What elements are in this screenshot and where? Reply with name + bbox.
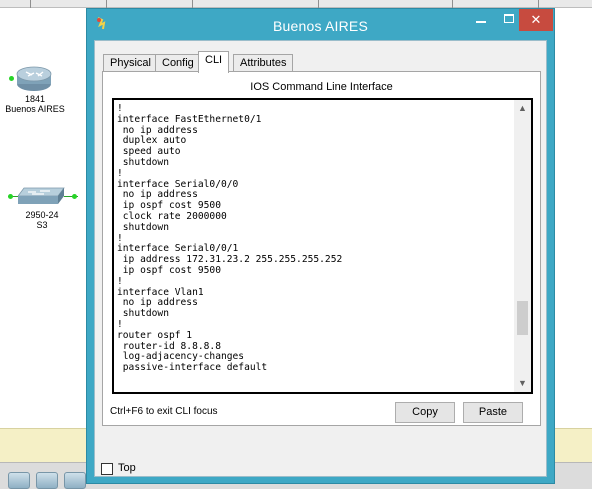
- cli-line: shutdown: [117, 221, 169, 233]
- cli-output[interactable]: ! interface FastEthernet0/1 no ip address…: [117, 103, 509, 374]
- router-icon: [16, 66, 52, 91]
- toolbar-divider: [538, 0, 539, 8]
- toolbar-divider: [106, 0, 107, 8]
- paste-button[interactable]: Paste: [463, 402, 523, 423]
- tab-physical[interactable]: Physical: [103, 54, 158, 72]
- workspace-toolbar: [0, 0, 592, 8]
- router-name: Buenos AIRES: [5, 104, 65, 114]
- toolbar-divider: [192, 0, 193, 8]
- cli-line: passive-interface default: [117, 362, 268, 374]
- router-label: 1841 Buenos AIRES: [0, 94, 70, 114]
- switch-category-icon[interactable]: [36, 472, 58, 489]
- top-checkbox[interactable]: [101, 463, 113, 475]
- toolbar-divider: [318, 0, 319, 8]
- cli-line: !: [117, 167, 123, 179]
- switch-name: S3: [36, 220, 48, 230]
- cli-terminal[interactable]: ! interface FastEthernet0/1 no ip address…: [112, 98, 533, 394]
- terminal-scrollbar[interactable]: ▲ ▼: [514, 100, 531, 392]
- switch-model: 2950-24: [25, 210, 59, 220]
- minimize-icon: [476, 21, 486, 23]
- router-model: 1841: [24, 94, 46, 104]
- link-endpoint: [9, 76, 14, 81]
- switch-icon: [17, 187, 65, 204]
- router-category-icon[interactable]: [8, 472, 30, 489]
- close-button[interactable]: ✕: [519, 9, 553, 31]
- cli-line: router ospf 1: [117, 329, 193, 341]
- top-checkbox-label: Top: [118, 462, 136, 474]
- device-window: Buenos AIRES ✕ Physical Config CLI Attri…: [86, 8, 555, 484]
- switch-device[interactable]: [17, 184, 66, 206]
- tab-attributes[interactable]: Attributes: [233, 54, 294, 72]
- cli-line: no ip address: [117, 297, 198, 309]
- link-endpoint: [72, 194, 77, 199]
- cli-line: speed auto: [117, 146, 181, 158]
- switch-label: 2950-24 S3: [10, 210, 74, 230]
- cli-line: !: [117, 275, 123, 287]
- cli-line: clock rate 2000000: [117, 210, 227, 222]
- router-device[interactable]: [14, 62, 54, 92]
- scroll-up-arrow-icon[interactable]: ▲: [514, 100, 531, 117]
- scroll-down-arrow-icon[interactable]: ▼: [514, 375, 531, 392]
- cli-line: interface FastEthernet0/1: [117, 113, 262, 125]
- cli-line: shutdown: [117, 308, 169, 320]
- maximize-icon: [504, 14, 514, 23]
- tab-cli[interactable]: CLI: [198, 51, 230, 73]
- toolbar-divider: [30, 0, 31, 8]
- tab-config[interactable]: Config: [155, 54, 201, 72]
- copy-button[interactable]: Copy: [395, 402, 455, 423]
- window-titlebar[interactable]: Buenos AIRES ✕: [87, 9, 554, 40]
- link-endpoint: [8, 194, 13, 199]
- hub-category-icon[interactable]: [64, 472, 86, 489]
- cli-line: ip ospf cost 9500: [117, 264, 221, 276]
- cli-focus-hint: Ctrl+F6 to exit CLI focus: [110, 406, 218, 417]
- cli-line: shutdown: [117, 156, 169, 168]
- scrollbar-thumb[interactable]: [517, 301, 528, 335]
- cli-heading: IOS Command Line Interface: [250, 81, 393, 93]
- cli-panel: IOS Command Line Interface ! interface Fa…: [102, 71, 541, 426]
- toolbar-divider: [452, 0, 453, 8]
- window-content: Physical Config CLI Attributes IOS Comma…: [94, 40, 547, 477]
- minimize-button[interactable]: [467, 9, 495, 31]
